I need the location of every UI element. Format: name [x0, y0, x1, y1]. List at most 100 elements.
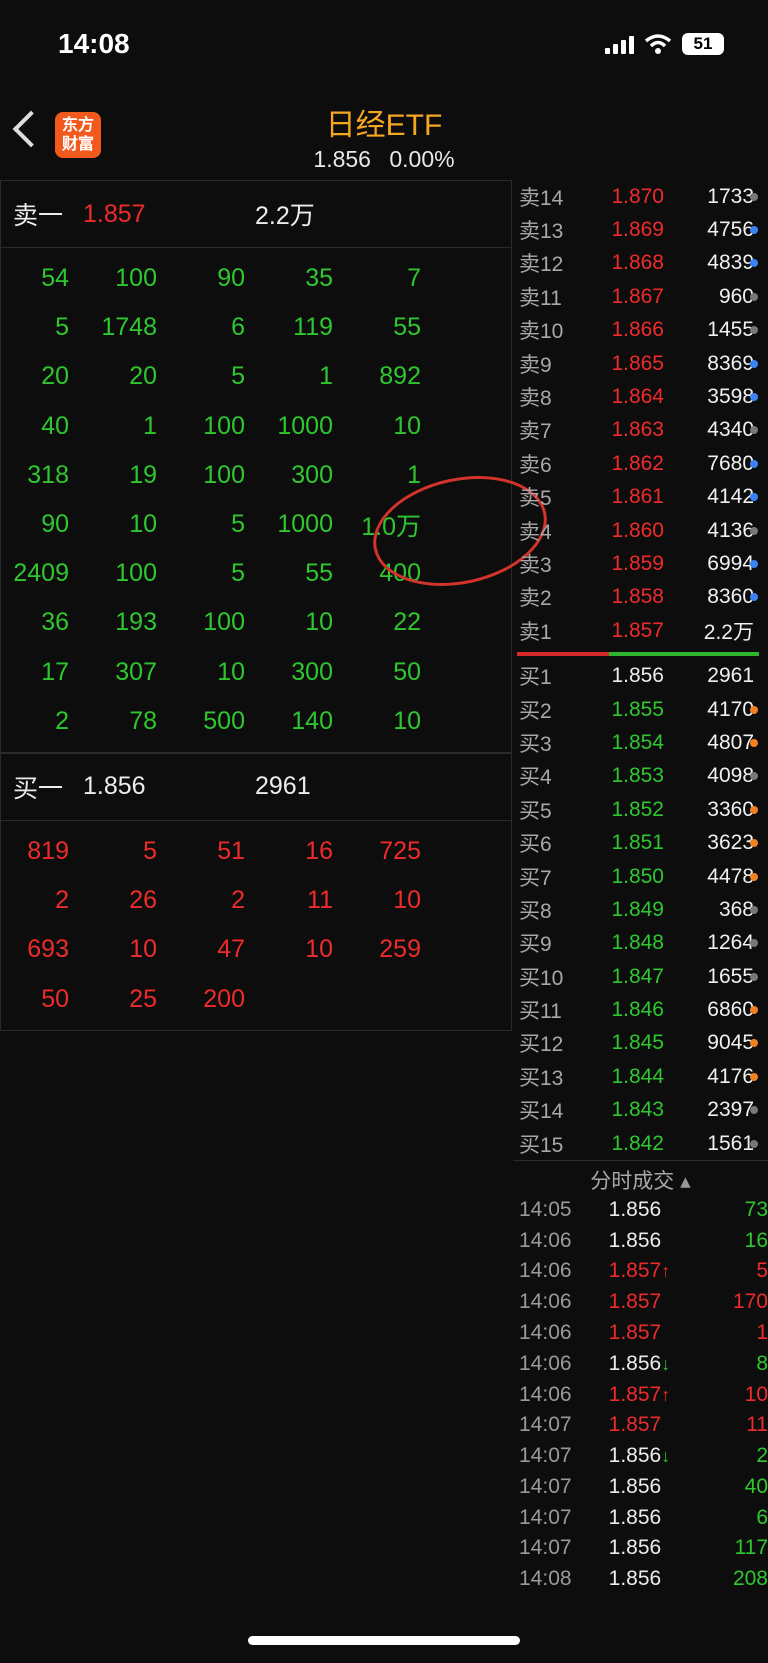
queue-cell: 22: [393, 608, 421, 637]
bid-level-row[interactable]: 买10 1.847 1655: [513, 960, 768, 993]
queue-cell: 54: [41, 264, 69, 293]
trade-price-value: 1.856: [608, 1444, 662, 1468]
bid-level-volume: 6860: [707, 998, 754, 1022]
queue-cell: 5: [55, 313, 69, 342]
change-dot-icon: [750, 326, 758, 335]
ask-level-label: 卖14: [519, 186, 564, 210]
trade-time: 14:06: [519, 1320, 572, 1344]
bid-level-label: 买11: [519, 1000, 562, 1024]
bid-level-row[interactable]: 买2 1.855 4170: [513, 693, 768, 726]
ask-level-row[interactable]: 卖1 1.857 2.2万: [513, 614, 768, 647]
change-dot-icon: [750, 226, 758, 235]
queue-cell: 5: [231, 362, 245, 391]
ask-level-label: 卖11: [519, 286, 562, 310]
bid-level-row[interactable]: 买4 1.853 4098: [513, 760, 768, 793]
bid-level-label: 买8: [519, 899, 552, 923]
bid-level-volume: 4807: [707, 730, 754, 754]
queue-row: 693 10 47 10 259: [1, 925, 511, 974]
bid-level-label: 买3: [519, 732, 552, 756]
queue-cell: 2: [231, 886, 245, 915]
bid-level-row[interactable]: 买15 1.842 1561: [513, 1127, 768, 1160]
trade-time: 14:06: [519, 1382, 572, 1406]
bid-levels: 买1 1.856 2961 买2 1.855 4170 买3 1.854 4807 买4 1.853…: [513, 659, 768, 1160]
ask-levels: 卖14 1.870 1733 卖13 1.869 4756 卖12 1.868 4839 卖11 1…: [513, 180, 768, 647]
order-book-panel: 卖14 1.870 1733 卖13 1.869 4756 卖12 1.868 4839 卖11 1…: [513, 180, 768, 1595]
ask-level-row[interactable]: 卖11 1.867 960: [513, 280, 768, 313]
ask-level-row[interactable]: 卖14 1.870 1733: [513, 180, 768, 213]
ask-level-volume: 4136: [707, 518, 754, 542]
change-dot-icon: [750, 459, 758, 468]
wifi-icon: [644, 34, 672, 54]
bid-level-row[interactable]: 买3 1.854 4807: [513, 726, 768, 759]
bid-level-row[interactable]: 买5 1.852 3360: [513, 793, 768, 826]
sell1-header[interactable]: 卖一 1.857 2.2万: [0, 180, 512, 248]
queue-row: 36 193 100 10 22: [1, 598, 511, 647]
trade-price-value: 1.857: [608, 1290, 662, 1314]
buy1-volume: 2961: [255, 772, 311, 801]
sell1-volume: 2.2万: [255, 202, 315, 230]
bid-level-row[interactable]: 买9 1.848 1264: [513, 927, 768, 960]
trade-row: 14:07 1.857 11: [513, 1410, 768, 1441]
change-dot-icon: [750, 1072, 758, 1081]
change-dot-icon: [750, 738, 758, 747]
bid-level-price: 1.856: [611, 664, 664, 688]
ask-level-label: 卖7: [519, 420, 552, 444]
bid-level-label: 买12: [519, 1033, 564, 1057]
home-indicator[interactable]: [248, 1636, 520, 1645]
queue-row: 819 5 51 16 725: [1, 827, 511, 876]
bid-level-row[interactable]: 买8 1.849 368: [513, 893, 768, 926]
ask-level-label: 卖6: [519, 453, 552, 477]
bid-level-row[interactable]: 买11 1.846 6860: [513, 993, 768, 1026]
change-dot-icon: [750, 1106, 758, 1115]
trade-price-value: 1.856: [608, 1536, 662, 1560]
ask-level-row[interactable]: 卖5 1.861 4142: [513, 481, 768, 514]
trade-volume: 1: [756, 1320, 768, 1344]
trade-row: 14:07 1.856 6: [513, 1502, 768, 1533]
ask-level-price: 1.863: [611, 418, 664, 442]
trade-price-value: 1.856: [608, 1505, 662, 1529]
ask-level-label: 卖10: [519, 320, 564, 344]
bid-level-row[interactable]: 买14 1.843 2397: [513, 1094, 768, 1127]
bid-level-row[interactable]: 买12 1.845 9045: [513, 1027, 768, 1060]
status-time: 14:08: [58, 28, 130, 59]
arrow-down-icon: ↓: [661, 1353, 671, 1374]
trade-volume: 170: [732, 1290, 768, 1314]
trades-list: 14:05 1.856 73 14:06 1.856 16 14:06 1.857↑ 5 14:0…: [513, 1194, 768, 1594]
bid-level-row[interactable]: 买13 1.844 4176: [513, 1060, 768, 1093]
queue-cell: 119: [293, 313, 333, 342]
order-queue-panel: 卖一 1.857 2.2万 54 100 90 35 7 5 1748 6 119 55 20 20 5…: [0, 180, 512, 1031]
bid-level-row[interactable]: 买6 1.851 3623: [513, 826, 768, 859]
cellular-signal-icon: [605, 34, 634, 54]
status-icons: 51: [605, 30, 724, 58]
queue-cell: 2: [55, 886, 69, 915]
trade-volume: 40: [744, 1474, 768, 1498]
ask-level-row[interactable]: 卖10 1.866 1455: [513, 314, 768, 347]
buy1-header[interactable]: 买一 1.856 2961: [0, 752, 512, 821]
ask-level-row[interactable]: 卖4 1.860 4136: [513, 514, 768, 547]
trades-title-label: 分时成交: [590, 1170, 675, 1194]
change-dot-icon: [750, 1006, 758, 1015]
ask-level-price: 1.861: [611, 485, 664, 509]
queue-cell: 725: [379, 836, 421, 865]
bid-level-label: 买14: [519, 1100, 564, 1124]
arrow-up-icon: ↑: [661, 1261, 671, 1282]
ask-level-label: 卖13: [519, 220, 564, 244]
ask-level-row[interactable]: 卖13 1.869 4756: [513, 213, 768, 246]
ask-level-row[interactable]: 卖7 1.863 4340: [513, 414, 768, 447]
ask-level-row[interactable]: 卖6 1.862 7680: [513, 447, 768, 480]
change-dot-icon: [750, 526, 758, 535]
ask-level-row[interactable]: 卖3 1.859 6994: [513, 547, 768, 580]
bid-level-label: 买9: [519, 933, 552, 957]
ask-level-row[interactable]: 卖9 1.865 8369: [513, 347, 768, 380]
trade-price-value: 1.856: [608, 1567, 662, 1591]
bid-level-label: 买5: [519, 799, 552, 823]
ask-level-row[interactable]: 卖12 1.868 4839: [513, 247, 768, 280]
ask-level-row[interactable]: 卖2 1.858 8360: [513, 581, 768, 614]
bid-level-row[interactable]: 买7 1.850 4478: [513, 860, 768, 893]
ask-level-row[interactable]: 卖8 1.864 3598: [513, 380, 768, 413]
trade-time: 14:06: [519, 1228, 572, 1252]
ask-level-volume: 8360: [707, 585, 754, 609]
trades-title[interactable]: 分时成交 ▴: [513, 1160, 768, 1194]
bid-level-row[interactable]: 买1 1.856 2961: [513, 659, 768, 692]
queue-cell: 5: [143, 836, 157, 865]
